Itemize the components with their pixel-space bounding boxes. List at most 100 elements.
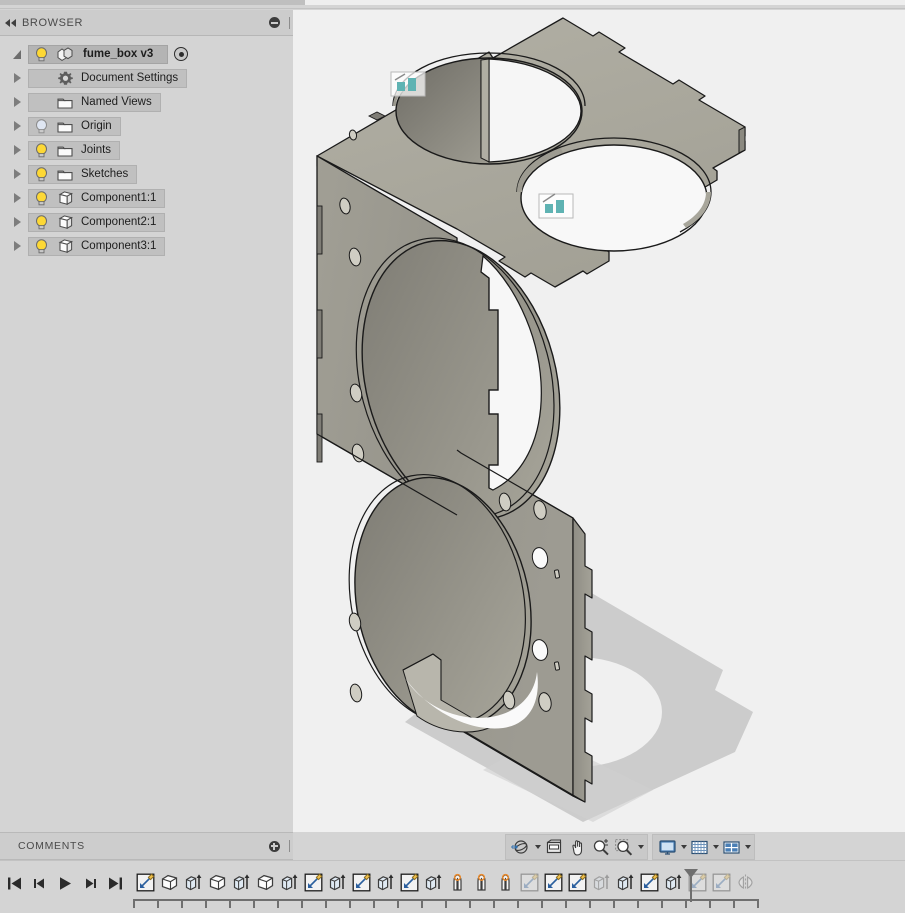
- timeline-feature-10[interactable]: [373, 869, 397, 895]
- node-pill[interactable]: Named Views: [28, 92, 161, 112]
- double-left-arrow-icon[interactable]: [0, 10, 22, 36]
- tree-row-origin[interactable]: Origin: [0, 114, 293, 138]
- node-pill[interactable]: Component3:1: [28, 236, 166, 256]
- browser-panel: BROWSER fume_box v3 Document Settings Na…: [0, 10, 293, 832]
- component-icon: [53, 239, 77, 253]
- timeline-feature-24[interactable]: [709, 869, 733, 895]
- play-button[interactable]: [54, 871, 76, 895]
- timeline-feature-8[interactable]: [325, 869, 349, 895]
- node-pill[interactable]: Component2:1: [28, 212, 166, 232]
- chevron-right-icon: [13, 193, 21, 203]
- lightbulb-icon[interactable]: [29, 238, 53, 254]
- panel-grip-icon[interactable]: [285, 10, 293, 36]
- joint-badge-top[interactable]: [390, 71, 426, 97]
- node-pill[interactable]: Joints: [28, 140, 121, 160]
- timeline-feature-25[interactable]: [733, 869, 757, 895]
- timeline-tick: [445, 899, 447, 908]
- timeline[interactable]: [133, 869, 901, 911]
- timeline-feature-3[interactable]: [205, 869, 229, 895]
- display-dropdown-caret[interactable]: [681, 845, 687, 849]
- browser-minimize-button[interactable]: [263, 10, 285, 36]
- 3d-viewport[interactable]: [293, 10, 905, 832]
- root-expander[interactable]: [6, 49, 28, 59]
- fit-dropdown-caret[interactable]: [638, 845, 644, 849]
- step-back-button[interactable]: [29, 871, 51, 895]
- node-pill[interactable]: Document Settings: [28, 68, 188, 88]
- go-to-end-button[interactable]: [104, 871, 126, 895]
- timeline-feature-22[interactable]: [661, 869, 685, 895]
- lightbulb-icon[interactable]: [29, 142, 53, 158]
- expander-2[interactable]: [6, 121, 28, 131]
- timeline-feature-14[interactable]: [469, 869, 493, 895]
- look-at-button[interactable]: [542, 836, 566, 858]
- step-forward-button[interactable]: [79, 871, 101, 895]
- go-to-beginning-button[interactable]: [4, 871, 26, 895]
- node-pill[interactable]: Component1:1: [28, 188, 166, 208]
- timeline-feature-12[interactable]: [421, 869, 445, 895]
- grid-dropdown-caret[interactable]: [713, 845, 719, 849]
- expander-5[interactable]: [6, 193, 28, 203]
- timeline-feature-0[interactable]: [133, 869, 157, 895]
- expander-4[interactable]: [6, 169, 28, 179]
- expander-1[interactable]: [6, 97, 28, 107]
- timeline-feature-19[interactable]: [589, 869, 613, 895]
- tree-row-sketches[interactable]: Sketches: [0, 162, 293, 186]
- viewports-button[interactable]: [720, 836, 743, 858]
- fit-button[interactable]: [613, 836, 636, 858]
- lightbulb-icon[interactable]: [29, 190, 53, 206]
- timeline-feature-5[interactable]: [253, 869, 277, 895]
- timeline-feature-2[interactable]: [181, 869, 205, 895]
- orbit-dropdown-caret[interactable]: [535, 845, 541, 849]
- tree-row-component2-1[interactable]: Component2:1: [0, 210, 293, 234]
- timeline-feature-16[interactable]: [517, 869, 541, 895]
- lightbulb-icon[interactable]: [29, 46, 53, 62]
- timeline-feature-4[interactable]: [229, 869, 253, 895]
- tree-row-root[interactable]: fume_box v3: [0, 42, 293, 66]
- tree-row-named-views[interactable]: Named Views: [0, 90, 293, 114]
- tree-row-document-settings[interactable]: Document Settings: [0, 66, 293, 90]
- lightbulb-icon[interactable]: [29, 166, 53, 182]
- zoom-button[interactable]: [590, 836, 612, 858]
- timeline-feature-7[interactable]: [301, 869, 325, 895]
- timeline-feature-15[interactable]: [493, 869, 517, 895]
- timeline-feature-21[interactable]: [637, 869, 661, 895]
- tree-row-component3-1[interactable]: Component3:1: [0, 234, 293, 258]
- cad-model-render: [316, 17, 753, 822]
- expander-7[interactable]: [6, 241, 28, 251]
- timeline-feature-9[interactable]: [349, 869, 373, 895]
- lightbulb-icon[interactable]: [29, 214, 53, 230]
- assembly-icon: [53, 47, 77, 61]
- comments-panel[interactable]: COMMENTS: [0, 832, 293, 860]
- timeline-feature-13[interactable]: [445, 869, 469, 895]
- node-pill[interactable]: Origin: [28, 116, 121, 136]
- lightbulb-icon[interactable]: [29, 118, 53, 134]
- orbit-button[interactable]: [509, 836, 533, 858]
- timeline-tick: [733, 899, 735, 908]
- timeline-feature-11[interactable]: [397, 869, 421, 895]
- timeline-tick: [517, 899, 519, 908]
- timeline-feature-18[interactable]: [565, 869, 589, 895]
- timeline-feature-6[interactable]: [277, 869, 301, 895]
- timeline-tick: [349, 899, 351, 908]
- timeline-feature-17[interactable]: [541, 869, 565, 895]
- joint-badge-mid[interactable]: [538, 193, 574, 219]
- timeline-marker[interactable]: [684, 869, 698, 902]
- timeline-rail[interactable]: [133, 899, 759, 909]
- node-pill[interactable]: Sketches: [28, 164, 138, 184]
- expander-0[interactable]: [6, 73, 28, 83]
- viewports-dropdown-caret[interactable]: [745, 845, 751, 849]
- grid-snaps-button[interactable]: [688, 836, 711, 858]
- comments-grip-icon[interactable]: [285, 833, 293, 859]
- timeline-feature-1[interactable]: [157, 869, 181, 895]
- pan-button[interactable]: [567, 836, 589, 858]
- tree-row-joints[interactable]: Joints: [0, 138, 293, 162]
- focus-target-icon[interactable]: [174, 47, 189, 61]
- display-settings-button[interactable]: [656, 836, 679, 858]
- tree-row-component1-1[interactable]: Component1:1: [0, 186, 293, 210]
- expander-3[interactable]: [6, 145, 28, 155]
- expander-6[interactable]: [6, 217, 28, 227]
- timeline-feature-20[interactable]: [613, 869, 637, 895]
- root-node-pill[interactable]: fume_box v3: [28, 44, 169, 64]
- add-comment-button[interactable]: [263, 833, 285, 859]
- folder-icon: [53, 168, 77, 181]
